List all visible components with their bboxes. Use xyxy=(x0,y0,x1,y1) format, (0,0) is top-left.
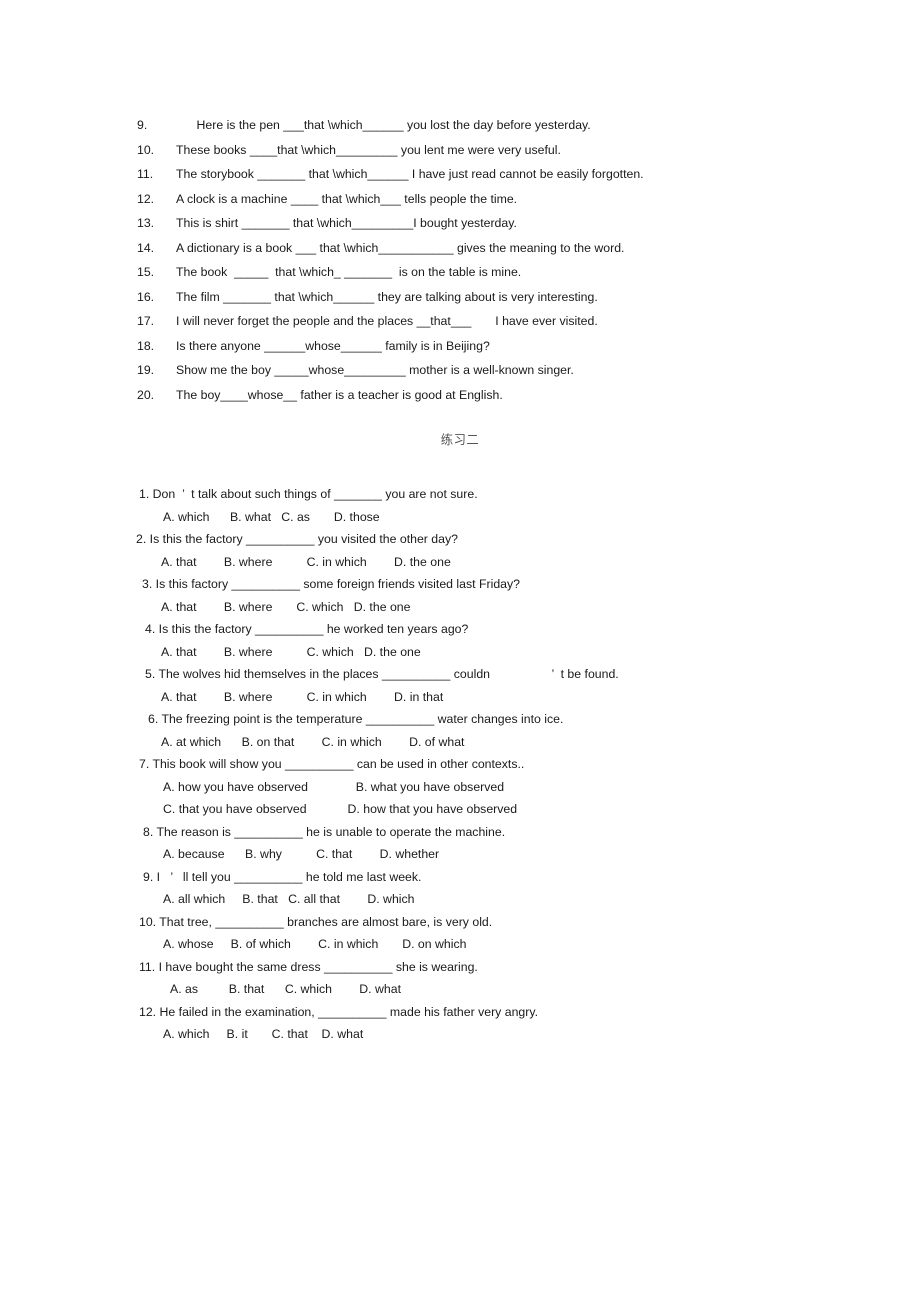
fill-in-item-text: A clock is a machine ____ that \which___… xyxy=(176,191,518,206)
fill-in-item: 14. A dictionary is a book ___ that \whic… xyxy=(137,236,837,261)
mcq-option-row[interactable]: A. as B. that C. which D. what xyxy=(0,978,920,1001)
mcq-question-stem: 4. Is this the factory __________ he wor… xyxy=(145,622,469,636)
mcq-question-stem: 1. Don ’ t talk about such things of ___… xyxy=(139,487,478,501)
fill-in-item-number: 20. xyxy=(137,387,155,402)
mcq-question-stem: 9. I ’ ll tell you __________ he told me… xyxy=(143,869,422,884)
fill-in-item-number: 16. xyxy=(137,289,155,304)
multiple-choice-list: 1. Don ’ t talk about such things of ___… xyxy=(0,483,920,1046)
fill-in-item: 13. This is shirt _______ that \which____… xyxy=(137,211,837,236)
fill-in-item-number: 15. xyxy=(137,265,155,279)
mcq-question-stem: 5. The wolves hid themselves in the plac… xyxy=(145,667,619,681)
fill-in-item-text: This is shirt _______ that \which_______… xyxy=(176,216,517,230)
mcq-option-row[interactable]: C. that you have observed D. how that yo… xyxy=(0,798,920,821)
fill-in-item-text: These books ____that \which_________ you… xyxy=(176,142,561,157)
fill-in-item-text: I will never forget the people and the p… xyxy=(176,314,598,328)
worksheet-page: 9. Here is the pen ___that \which______ … xyxy=(0,0,920,1303)
mcq-question-stem: 8. The reason is __________ he is unable… xyxy=(143,824,506,839)
fill-in-item-number: 9. xyxy=(137,118,148,132)
mcq-option-row[interactable]: A. which B. what C. as D. those xyxy=(0,506,920,529)
mcq-option-row[interactable]: A. that B. where C. which D. the one xyxy=(0,641,920,664)
mcq-option-row[interactable]: A. all which B. that C. all that D. whic… xyxy=(0,888,920,911)
mcq-option-row[interactable]: A. that B. where C. in which D. the one xyxy=(0,551,920,574)
mcq-question-stem: 3. Is this factory __________ some forei… xyxy=(142,577,520,591)
fill-in-item-text: The book _____ that \which_ _______ is o… xyxy=(176,265,522,279)
section-heading: 练习二 xyxy=(0,430,920,448)
fill-in-item: 15. The book _____ that \which_ _______ i… xyxy=(137,260,837,285)
fill-in-item-text: Show me the boy _____whose_________ moth… xyxy=(176,363,574,377)
fill-in-item-text: The boy____whose__ father is a teacher i… xyxy=(176,387,503,402)
mcq-question-stem: 2. Is this the factory __________ you vi… xyxy=(136,532,458,546)
mcq-option-row[interactable]: A. that B. where C. which D. the one xyxy=(0,596,920,619)
fill-in-item: 10. These books ____that \which_________ … xyxy=(137,138,837,163)
fill-in-item: 16. The film _______ that \which______ th… xyxy=(137,285,837,310)
fill-in-item: 18. Is there anyone ______whose______ fam… xyxy=(137,334,837,359)
fill-in-item-number: 10. xyxy=(137,142,155,157)
fill-in-item: 9. Here is the pen ___that \which______ … xyxy=(137,113,837,138)
mcq-question-stem: 11. I have bought the same dress _______… xyxy=(139,959,478,974)
fill-in-item-number: 18. xyxy=(137,338,155,353)
fill-in-item-text: A dictionary is a book ___ that \which__… xyxy=(176,240,625,255)
fill-in-item: 20. The boy____whose__ father is a teache… xyxy=(137,383,837,408)
fill-in-item-number: 19. xyxy=(137,363,155,377)
fill-in-item-text: Here is the pen ___that \which______ you… xyxy=(176,118,591,132)
fill-in-item-number: 11. xyxy=(137,167,154,181)
fill-in-blank-list: 9. Here is the pen ___that \which______ … xyxy=(137,113,837,407)
mcq-option-row[interactable]: A. how you have observed B. what you hav… xyxy=(0,776,920,799)
fill-in-item-number: 13. xyxy=(137,216,155,230)
mcq-option-row[interactable]: A. that B. where C. in which D. in that xyxy=(0,686,920,709)
mcq-question-stem: 6. The freezing point is the temperature… xyxy=(148,712,564,726)
fill-in-item: 19. Show me the boy _____whose_________ m… xyxy=(137,358,837,383)
mcq-option-row[interactable]: A. at which B. on that C. in which D. of… xyxy=(0,731,920,754)
section-heading-text: 练习二 xyxy=(440,433,480,447)
fill-in-item-text: Is there anyone ______whose______ family… xyxy=(176,338,490,353)
mcq-question-stem: 12. He failed in the examination, ______… xyxy=(139,1004,538,1019)
fill-in-item: 12. A clock is a machine ____ that \which… xyxy=(137,187,837,212)
fill-in-item-text: The storybook _______ that \which______ … xyxy=(176,167,644,181)
mcq-option-row[interactable]: A. because B. why C. that D. whether xyxy=(0,843,920,866)
mcq-option-row[interactable]: A. whose B. of which C. in which D. on w… xyxy=(0,933,920,956)
fill-in-item-text: The film _______ that \which______ they … xyxy=(176,289,598,304)
fill-in-item-number: 12. xyxy=(137,191,155,206)
fill-in-item-number: 17. xyxy=(137,314,155,328)
fill-in-item: 17. I will never forget the people and th… xyxy=(137,309,837,334)
fill-in-item-number: 14. xyxy=(137,240,155,255)
mcq-option-row[interactable]: A. which B. it C. that D. what xyxy=(0,1023,920,1046)
mcq-question-stem: 10. That tree, __________ branches are a… xyxy=(139,914,493,929)
fill-in-item: 11. The storybook _______ that \which____… xyxy=(137,162,837,187)
mcq-question-stem: 7. This book will show you __________ ca… xyxy=(139,757,525,771)
